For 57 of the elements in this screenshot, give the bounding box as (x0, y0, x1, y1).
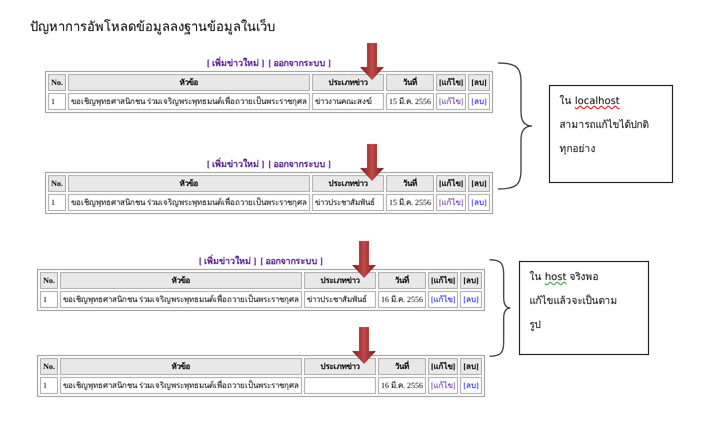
table-cell: 15 มี.ค. 2556 (386, 194, 434, 211)
nav-link[interactable]: [ ออกจากระบบ ] (260, 254, 323, 269)
table-cell: ข่าวประชาสัมพันธ์ (312, 194, 384, 211)
down-arrow (352, 241, 376, 278)
column-header: ประเภทข่าว (304, 272, 376, 289)
column-header: No. (48, 175, 66, 192)
table-cell: ข่าวประชาสัมพันธ์ (304, 291, 376, 308)
note-text: แก้ไขแล้วจะเป็นตาม (530, 294, 619, 309)
column-header: [แก้ไข] (436, 74, 466, 91)
column-header: หัวข้อ (60, 272, 302, 289)
note-text: ใน localhost (560, 94, 621, 109)
nav-link[interactable]: [ เพิ่มข่าวใหม่ ] (206, 56, 264, 71)
nav-link[interactable]: [ เพิ่มข่าวใหม่ ] (206, 157, 264, 172)
table-cell: 1 (40, 377, 58, 394)
down-arrow (352, 327, 376, 364)
column-header: [ลบ] (468, 175, 490, 192)
table-cell: ขอเชิญพุทธศาสนิกชน ร่วมเจริญพระพุทธมนต์เพื่อถวายเป็นพระราชกุศล (68, 194, 310, 211)
note-text: ทุกอย่าง (560, 143, 597, 157)
note-text: สามารถแก้ไขได้ปกติ (560, 118, 650, 133)
down-arrow (360, 144, 384, 181)
table-cell: 1 (48, 194, 66, 211)
column-header: [แก้ไข] (428, 272, 458, 289)
nav-link[interactable]: [ ออกจากระบบ ] (268, 157, 331, 172)
table-cell: 16 มี.ค. 2556 (378, 291, 426, 308)
column-header: [แก้ไข] (436, 175, 466, 192)
table-cell: ข่าวงานคณะสงฆ์ (312, 93, 384, 110)
column-header: [แก้ไข] (428, 358, 458, 375)
table-cell: 1 (48, 93, 66, 110)
column-header: ประเภทข่าว (312, 175, 384, 192)
table-cell: ขอเชิญพุทธศาสนิกชน ร่วมเจริญพระพุทธมนต์เพื่อถวายเป็นพระราชกุศล (60, 291, 302, 308)
column-header: No. (40, 272, 58, 289)
column-header: หัวข้อ (68, 175, 310, 192)
page-title: ปัญหาการอัพโหลดข้อมูลลงฐานข้อมูลในเว็บ (30, 18, 276, 37)
table-cell: 15 มี.ค. 2556 (386, 93, 434, 110)
column-header: วันที่ (386, 175, 434, 192)
column-header: No. (40, 358, 58, 375)
column-header: [ลบ] (468, 74, 490, 91)
table-cell: 16 มี.ค. 2556 (378, 377, 426, 394)
column-header: วันที่ (386, 74, 434, 91)
table-cell: ขอเชิญพุทธศาสนิกชน ร่วมเจริญพระพุทธมนต์เพื่อถวายเป็นพระราชกุศล (68, 93, 310, 110)
table-cell: ขอเชิญพุทธศาสนิกชน ร่วมเจริญพระพุทธมนต์เพื่อถวายเป็นพระราชกุศล (60, 377, 302, 394)
column-header: No. (48, 74, 66, 91)
note-text: ใน host จริงพอ (530, 270, 600, 285)
column-header: หัวข้อ (60, 358, 302, 375)
column-header: [ลบ] (460, 358, 482, 375)
column-header: วันที่ (378, 272, 426, 289)
column-header: ประเภทข่าว (304, 358, 376, 375)
column-header: หัวข้อ (68, 74, 310, 91)
nav-link[interactable]: [ ออกจากระบบ ] (268, 56, 331, 71)
table-cell: 1 (40, 291, 58, 308)
table-cell (304, 377, 376, 394)
column-header: [ลบ] (460, 272, 482, 289)
down-arrow (360, 43, 384, 80)
column-header: ประเภทข่าว (312, 74, 384, 91)
note-text: รูป (530, 319, 542, 333)
column-header: วันที่ (378, 358, 426, 375)
nav-link[interactable]: [ เพิ่มข่าวใหม่ ] (198, 254, 256, 269)
